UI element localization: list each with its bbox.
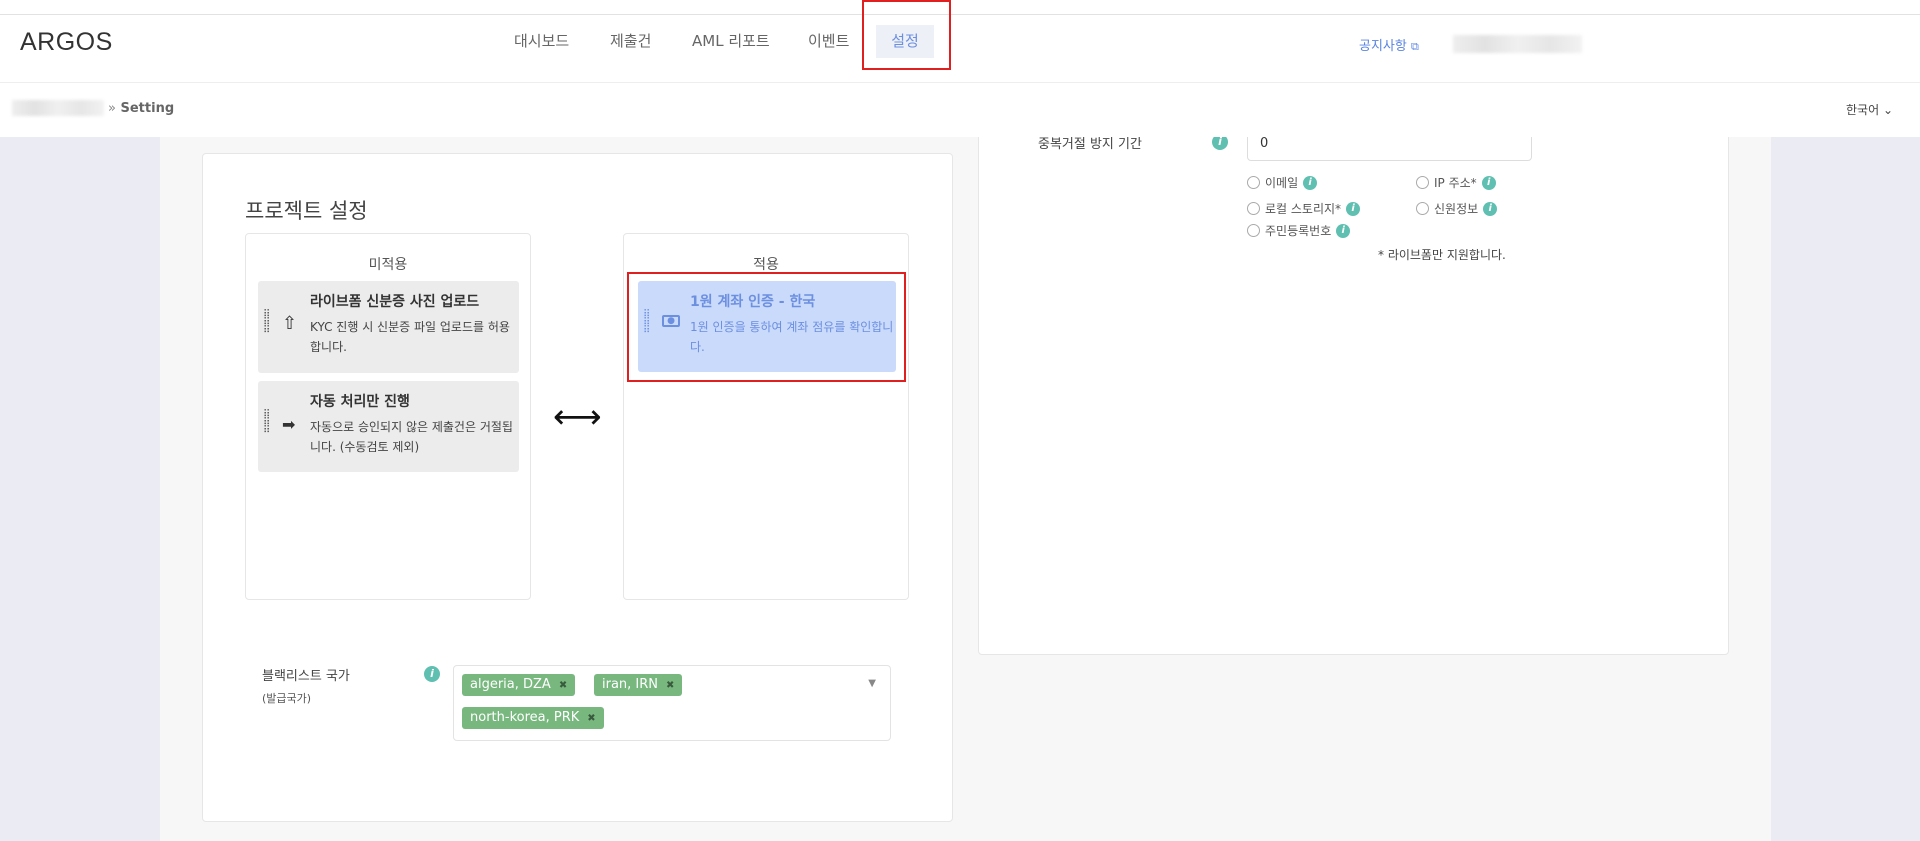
swap-arrow-icon: ⟷ bbox=[553, 397, 602, 437]
blacklist-select[interactable]: algeria, DZA ✖ iran, IRN ✖ north-korea, PR… bbox=[453, 665, 891, 741]
nav-dashboard[interactable]: 대시보드 bbox=[506, 25, 577, 58]
info-icon[interactable]: i bbox=[1481, 175, 1496, 190]
info-icon[interactable]: i bbox=[424, 666, 440, 682]
blacklist-sublabel: (발급국가) bbox=[262, 692, 312, 705]
feature-item[interactable]: ⠿ ⠿ ⠿ ⇧ 라이브폼 신분증 사진 업로드 KYC 진행 시 신분증 파일 업로… bbox=[258, 281, 519, 373]
info-icon[interactable]: i bbox=[1346, 201, 1361, 216]
language-select[interactable]: 한국어 ⌄ bbox=[1846, 101, 1893, 118]
option-label: 로컬 스토리지* bbox=[1265, 202, 1342, 216]
feature-item[interactable]: ⠿ ⠿ ⠿ ➡ 자동 처리만 진행 자동으로 승인되지 않은 제출건은 거절됩니다.… bbox=[258, 381, 519, 472]
highlight-box bbox=[862, 0, 951, 70]
project-settings-title: 프로젝트 설정 bbox=[245, 199, 368, 223]
info-icon[interactable]: i bbox=[1336, 223, 1351, 238]
arrow-right-icon: ➡ bbox=[282, 415, 296, 434]
unapplied-list[interactable]: 미적용 ⠿ ⠿ ⠿ ⇧ 라이브폼 신분증 사진 업로드 KYC 진행 시 신분증 파… bbox=[245, 233, 531, 600]
feature-title: 라이브폼 신분증 사진 업로드 bbox=[310, 294, 480, 310]
option-ip[interactable]: IP 주소* i bbox=[1416, 174, 1496, 191]
option-label: 주민등록번호 bbox=[1265, 224, 1332, 238]
option-identity[interactable]: 신원정보 i bbox=[1416, 200, 1498, 217]
country-tag: north-korea, PRK ✖ bbox=[462, 707, 604, 729]
feature-desc: 자동으로 승인되지 않은 제출건은 거절됩니다. (수동검토 제외) bbox=[310, 420, 513, 454]
notice-label: 공지사항 bbox=[1359, 39, 1407, 54]
option-email[interactable]: 이메일 i bbox=[1247, 174, 1318, 191]
chevron-down-icon: ⌄ bbox=[1882, 103, 1894, 117]
duplicate-settings-card bbox=[978, 100, 1729, 655]
blacklist-label: 블랙리스트 국가 bbox=[262, 669, 350, 684]
breadcrumb-separator-icon: » bbox=[108, 101, 116, 116]
remove-icon[interactable]: ✖ bbox=[559, 680, 567, 691]
radio-icon[interactable] bbox=[1247, 202, 1260, 215]
drag-handle-icon[interactable]: ⠿ ⠿ ⠿ bbox=[263, 410, 273, 436]
top-strip bbox=[0, 0, 1920, 15]
highlight-box bbox=[627, 272, 906, 382]
top-header: ARGOS 대시보드 제출건 AML 리포트 이벤트 설정 공지사항 ⧉ bbox=[0, 15, 1920, 83]
radio-icon[interactable] bbox=[1416, 202, 1429, 215]
remove-icon[interactable]: ✖ bbox=[587, 713, 595, 724]
remove-icon[interactable]: ✖ bbox=[666, 680, 674, 691]
option-resident-number[interactable]: 주민등록번호 i bbox=[1247, 222, 1351, 239]
info-icon[interactable]: i bbox=[1483, 201, 1498, 216]
radio-icon[interactable] bbox=[1247, 176, 1260, 189]
drag-handle-icon[interactable]: ⠿ ⠿ ⠿ bbox=[263, 310, 273, 336]
applied-title: 적용 bbox=[753, 257, 779, 273]
nav-events[interactable]: 이벤트 bbox=[800, 25, 857, 58]
unapplied-title: 미적용 bbox=[368, 257, 408, 273]
upload-icon: ⇧ bbox=[282, 313, 298, 334]
tag-label: algeria, DZA bbox=[470, 677, 551, 692]
user-name-redacted[interactable] bbox=[1453, 35, 1582, 53]
nav-submissions[interactable]: 제출건 bbox=[602, 25, 659, 58]
breadcrumb: » Setting bbox=[100, 101, 174, 116]
country-tag: algeria, DZA ✖ bbox=[462, 674, 576, 696]
radio-icon[interactable] bbox=[1416, 176, 1429, 189]
breadcrumb-root-redacted[interactable] bbox=[12, 100, 104, 116]
external-link-icon: ⧉ bbox=[1410, 40, 1419, 53]
logo[interactable]: ARGOS bbox=[20, 28, 113, 57]
notice-link[interactable]: 공지사항 ⧉ bbox=[1359, 35, 1419, 54]
option-label: 신원정보 bbox=[1434, 202, 1479, 216]
breadcrumb-current: Setting bbox=[120, 101, 175, 116]
radio-icon[interactable] bbox=[1247, 224, 1260, 237]
language-label: 한국어 bbox=[1846, 103, 1880, 117]
info-icon[interactable]: i bbox=[1303, 175, 1318, 190]
tag-label: north-korea, PRK bbox=[470, 710, 580, 725]
option-label: IP 주소* bbox=[1434, 176, 1477, 190]
tag-label: iran, IRN bbox=[602, 677, 659, 692]
feature-title: 자동 처리만 진행 bbox=[310, 394, 410, 410]
nav-aml-report[interactable]: AML 리포트 bbox=[684, 25, 778, 58]
feature-desc: KYC 진행 시 신분증 파일 업로드를 허용합니다. bbox=[310, 320, 510, 354]
option-label: 이메일 bbox=[1265, 176, 1299, 190]
breadcrumb-bar: » Setting 한국어 ⌄ bbox=[0, 83, 1920, 137]
liveform-note: * 라이브폼만 지원합니다. bbox=[1378, 248, 1506, 262]
option-local-storage[interactable]: 로컬 스토리지* i bbox=[1247, 200, 1361, 217]
dropdown-caret-icon[interactable]: ▼ bbox=[868, 678, 876, 689]
country-tag: iran, IRN ✖ bbox=[594, 674, 683, 696]
